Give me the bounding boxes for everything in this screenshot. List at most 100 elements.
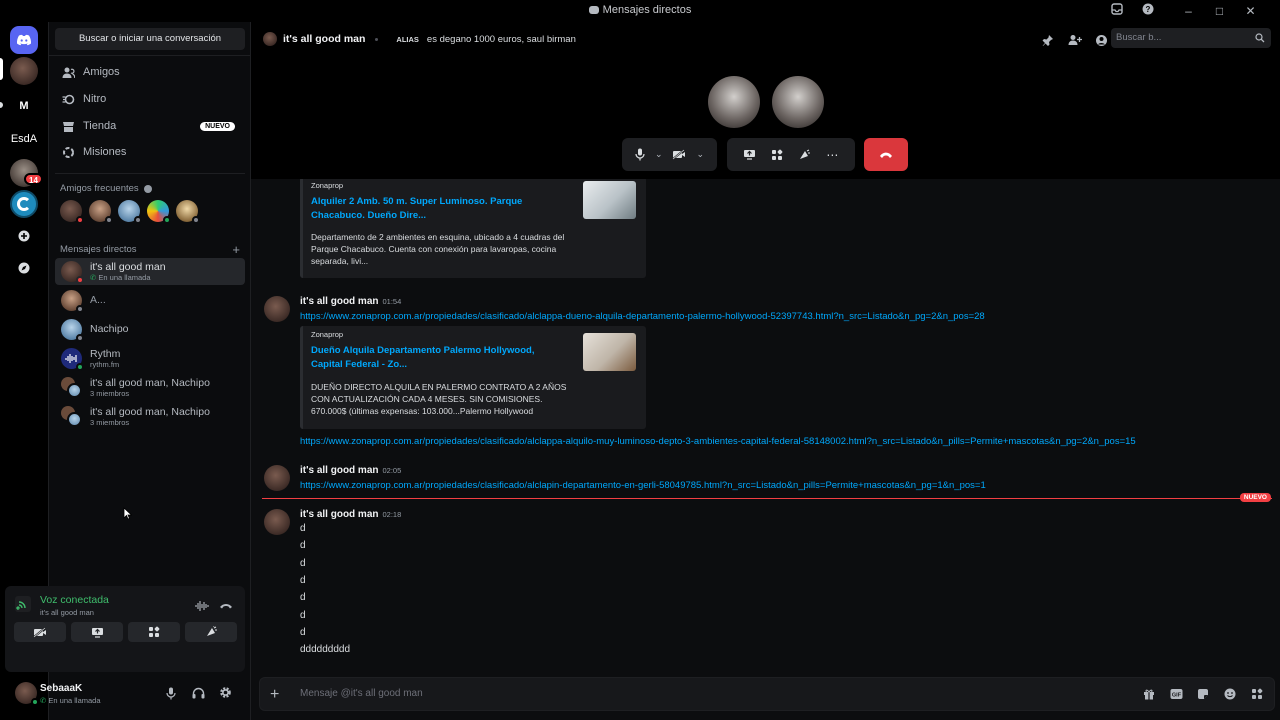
user-avatar[interactable] — [15, 682, 39, 706]
nav-nitro[interactable]: Nitro — [55, 87, 245, 111]
server-c-logo — [17, 197, 31, 211]
apps-icon[interactable] — [1248, 686, 1266, 702]
message-list: Zonaprop Alquiler 2 Amb. 50 m. Super Lum… — [251, 179, 1280, 675]
embed-thumbnail[interactable] — [583, 333, 636, 371]
soundboard-icon[interactable] — [798, 149, 811, 161]
info-icon[interactable] — [143, 184, 152, 193]
status-online-icon — [31, 698, 39, 706]
activities-icon[interactable] — [771, 149, 783, 161]
status-idle-icon — [105, 216, 113, 224]
message-avatar[interactable] — [264, 509, 290, 535]
gif-icon[interactable]: GIF — [1167, 686, 1185, 702]
dm-item-group-1[interactable]: it's all good man, Nachipo 3 miembros — [55, 374, 245, 401]
embed-provider: Zonaprop — [311, 181, 344, 190]
dm-item-a[interactable]: A... — [55, 287, 245, 314]
embed-title-link[interactable]: Alquiler 2 Amb. 50 m. Super Luminoso. Pa… — [311, 195, 556, 223]
message-author[interactable]: it's all good man — [300, 296, 379, 307]
gift-icon[interactable] — [1140, 686, 1158, 702]
quests-icon — [62, 146, 75, 159]
message-input[interactable]: Mensaje @it's all good man — [300, 688, 423, 699]
add-friends-to-dm-icon[interactable] — [1065, 32, 1084, 48]
headphones-icon[interactable] — [192, 687, 205, 699]
server-avatar-1[interactable] — [10, 57, 38, 85]
voice-status: Voz conectada — [40, 594, 109, 606]
frequent-friend-avatar[interactable] — [89, 200, 113, 224]
embed-title-link[interactable]: Dueño Alquila Departamento Palermo Holly… — [311, 344, 556, 372]
close-icon[interactable]: ✕ — [1235, 3, 1266, 19]
message-header: it's all good man 02:18 — [300, 509, 401, 520]
server-m-label: M — [19, 100, 29, 112]
message-header: it's all good man 02:05 — [300, 465, 401, 476]
status-offline-icon — [134, 216, 142, 224]
chevron-down-icon[interactable]: ⌄ — [655, 149, 663, 160]
camera-off-icon[interactable] — [672, 149, 686, 160]
nav-shop[interactable]: Tienda NUEVO — [55, 114, 245, 138]
discover-compass-button[interactable] — [10, 254, 38, 282]
call-participant-avatar[interactable] — [772, 76, 824, 128]
toggle-camera-button[interactable] — [14, 622, 66, 642]
search-input[interactable]: Buscar b... — [1111, 28, 1271, 48]
message-avatar[interactable] — [264, 296, 290, 322]
dm-item-its-all-good-man[interactable]: it's all good man ✆ En una llamada — [55, 258, 245, 285]
screen-share-button[interactable] — [71, 622, 123, 642]
add-server-button[interactable] — [10, 222, 38, 250]
dm-item-rythm[interactable]: Rythm rythm.fm — [55, 345, 245, 372]
server-c[interactable] — [10, 190, 38, 218]
link-embed: Zonaprop Alquiler 2 Amb. 50 m. Super Lum… — [300, 179, 646, 278]
voice-connected-panel: Voz conectada it's all good man — [5, 586, 245, 672]
frequent-friend-avatar[interactable] — [147, 200, 171, 224]
frequent-friend-avatar[interactable] — [60, 200, 84, 224]
signal-icon — [15, 596, 31, 612]
call-participant-avatar[interactable] — [708, 76, 760, 128]
dm-item-group-2[interactable]: it's all good man, Nachipo 3 miembros — [55, 403, 245, 430]
nav-friends[interactable]: Amigos — [55, 60, 245, 84]
message-author[interactable]: it's all good man — [300, 465, 379, 476]
frequent-friend-avatar[interactable] — [176, 200, 200, 224]
chevron-down-icon[interactable]: ⌄ — [696, 149, 704, 160]
hang-up-button[interactable] — [864, 138, 908, 171]
inbox-icon[interactable] — [1111, 3, 1142, 19]
mention-badge: 14 — [24, 173, 43, 185]
channel-name[interactable]: it's all good man — [283, 33, 365, 45]
server-m[interactable]: M — [10, 92, 38, 120]
activities-button[interactable] — [128, 622, 180, 642]
link-embed: Zonaprop Dueño Alquila Departamento Pale… — [300, 326, 646, 429]
microphone-icon[interactable] — [166, 687, 176, 700]
message-time: 02:05 — [382, 466, 402, 475]
separator-dot — [375, 37, 379, 41]
dm-sub: rythm.fm — [90, 359, 120, 369]
settings-gear-icon[interactable] — [219, 686, 232, 699]
user-profile-icon[interactable] — [1092, 32, 1111, 48]
minimize-icon[interactable]: – — [1173, 3, 1204, 19]
soundboard-button[interactable] — [185, 622, 237, 642]
message-link[interactable]: https://www.zonaprop.com.ar/propiedades/… — [300, 480, 986, 491]
message-link[interactable]: https://www.zonaprop.com.ar/propiedades/… — [300, 436, 1136, 447]
sticker-icon[interactable] — [1194, 686, 1212, 702]
frequent-friend-avatar[interactable] — [118, 200, 142, 224]
maximize-icon[interactable]: □ — [1204, 3, 1235, 19]
screen-share-icon[interactable] — [743, 149, 756, 160]
home-discord-icon[interactable] — [10, 26, 38, 54]
server-esda[interactable]: EsdA — [9, 125, 39, 153]
add-dm-plus-icon[interactable]: + — [232, 242, 240, 257]
emoji-icon[interactable] — [1221, 686, 1239, 702]
nav-quests[interactable]: Misiones — [55, 140, 245, 164]
help-icon[interactable]: ? — [1142, 3, 1173, 19]
header-avatar — [263, 32, 277, 46]
alias-value: es degano 1000 euros, saul birman — [426, 33, 576, 45]
noise-suppression-icon[interactable] — [195, 601, 209, 611]
message-avatar[interactable] — [264, 465, 290, 491]
pin-icon[interactable] — [1038, 32, 1057, 48]
embed-description: Departamento de 2 ambientes en esquina, … — [311, 232, 565, 266]
microphone-icon[interactable] — [635, 148, 645, 161]
find-conversation-button[interactable]: Buscar o iniciar una conversación — [55, 28, 245, 50]
dm-name: it's all good man, Nachipo — [90, 376, 210, 389]
avatar — [61, 319, 84, 342]
more-options-icon[interactable]: ⋯ — [826, 148, 839, 162]
attach-plus-icon[interactable]: + — [270, 686, 279, 704]
disconnect-icon[interactable] — [219, 600, 233, 612]
message-link[interactable]: https://www.zonaprop.com.ar/propiedades/… — [300, 311, 985, 322]
dm-item-nachipo[interactable]: Nachipo — [55, 316, 245, 343]
message-author[interactable]: it's all good man — [300, 509, 379, 520]
embed-thumbnail[interactable] — [583, 181, 636, 219]
